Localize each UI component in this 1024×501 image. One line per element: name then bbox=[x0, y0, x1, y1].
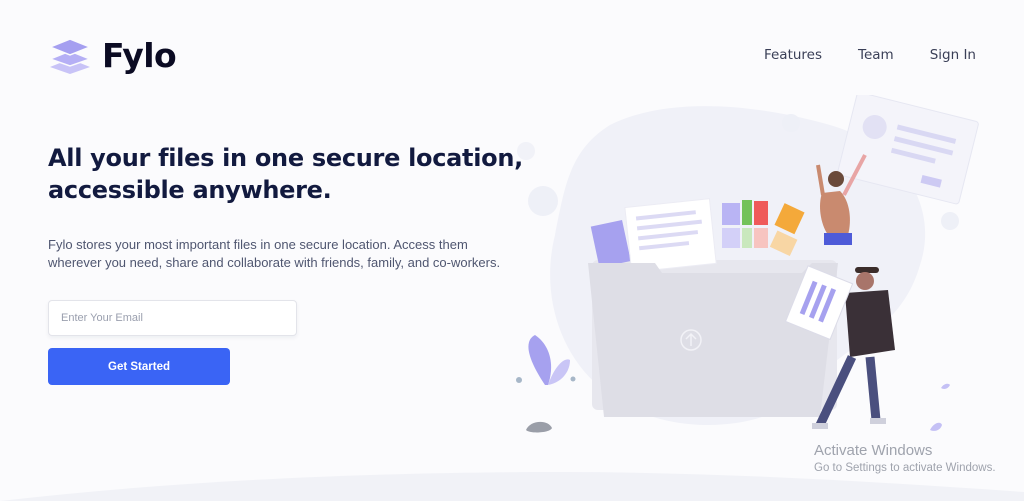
hero-title-line1: All your files in one secure location, bbox=[48, 144, 523, 172]
activate-windows-hint: Go to Settings to activate Windows. bbox=[814, 462, 996, 474]
activate-windows-title: Activate Windows bbox=[814, 442, 933, 459]
decor-circle bbox=[528, 186, 558, 216]
email-input[interactable] bbox=[48, 300, 297, 336]
file-folder-illustration bbox=[516, 95, 979, 433]
hero-title: All your files in one secure location, a… bbox=[48, 142, 528, 206]
document-lines bbox=[624, 198, 717, 273]
get-started-button[interactable]: Get Started bbox=[48, 348, 230, 385]
nav-item-sign-in[interactable]: Sign In bbox=[930, 47, 976, 63]
decor-circle bbox=[517, 142, 535, 160]
layers-icon bbox=[48, 37, 92, 74]
brand-logo[interactable]: Fylo bbox=[48, 36, 177, 75]
brand-name: Fylo bbox=[102, 36, 177, 75]
leaf-right bbox=[930, 422, 942, 431]
decor-circle bbox=[941, 212, 959, 230]
hero-description: Fylo stores your most important files in… bbox=[48, 237, 501, 270]
nav-item-team[interactable]: Team bbox=[858, 47, 894, 63]
leaf-right bbox=[941, 383, 950, 389]
rock bbox=[526, 421, 552, 433]
decor-circle bbox=[782, 114, 800, 132]
hero-title-line2: accessible anywhere. bbox=[48, 176, 332, 204]
color-swatch-card bbox=[722, 200, 805, 257]
main-nav: Features Team Sign In bbox=[764, 47, 976, 63]
activate-windows-watermark: Activate Windows Go to Settings to activ… bbox=[814, 442, 996, 476]
landing-page: Fylo Features Team Sign In All your file… bbox=[0, 0, 1024, 501]
nav-item-features[interactable]: Features bbox=[764, 47, 822, 63]
